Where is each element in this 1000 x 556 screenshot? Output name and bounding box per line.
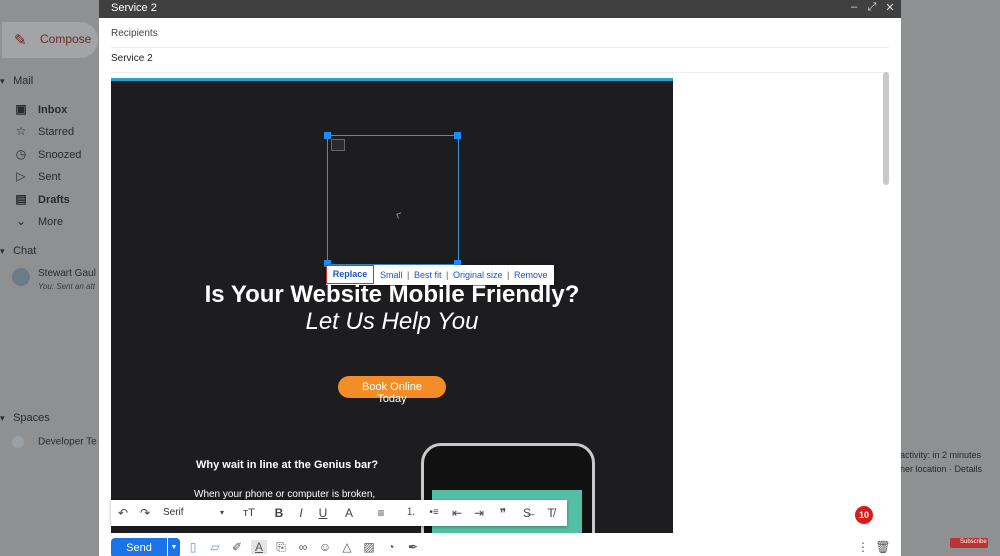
pencil-icon: ✎ [14, 32, 27, 49]
compose-label: Compose [40, 32, 92, 46]
mail-section-header[interactable]: ▾ Mail [0, 75, 33, 87]
format-painter-icon[interactable]: ✐ [229, 540, 245, 554]
caret-down-icon: ▾ [0, 76, 5, 86]
attach-icon[interactable]: ⎘ [273, 540, 289, 555]
spaces-section-header[interactable]: ▾ Spaces [0, 412, 50, 424]
email-body[interactable]: Replace Small | Best fit | Original size… [111, 78, 673, 533]
remove-button[interactable]: Remove [514, 270, 548, 280]
align-icon[interactable]: ≡ [371, 505, 391, 521]
recipients-field[interactable]: Recipients [111, 21, 889, 48]
compose-bottom-toolbar: Send ▼ ▯ ▱ ✐ A ⎘ ∞ ☺ △ ▨ ◔ ✒ ⋮ 🗑 [99, 536, 901, 556]
activity-note: activity: in 2 minutes [900, 450, 982, 460]
send-button[interactable]: Send [111, 538, 167, 556]
space-icon [12, 436, 24, 448]
book-online-button-line2: Today [377, 393, 407, 405]
text-color-icon[interactable]: A [339, 505, 359, 521]
avatar [12, 268, 30, 286]
location-note[interactable]: her location · Details [900, 464, 982, 474]
formatting-options-icon[interactable]: A [251, 540, 267, 554]
bulleted-list-icon[interactable]: •≡ [425, 505, 443, 521]
resize-handle-top-left[interactable] [324, 132, 331, 139]
email-section-title: Why wait in line at the Genius bar? [196, 459, 379, 471]
emoji-icon[interactable]: ☺ [317, 540, 333, 554]
sidebar-item-sent[interactable]: ▷ Sent [12, 166, 60, 186]
delete-icon[interactable]: 🗑 [875, 540, 891, 554]
chat-user-item[interactable]: Stewart Gaul You: Sent an att [12, 266, 100, 296]
youtube-subscribe-badge: Subscribe [950, 538, 988, 548]
sidebar-item-more[interactable]: ⌄ More [12, 211, 63, 231]
compose-button[interactable]: ✎ Compose [2, 22, 98, 58]
close-icon[interactable]: ✕ [883, 1, 897, 14]
minimize-icon[interactable]: ‒ [847, 1, 861, 13]
sidebar-item-starred[interactable]: ☆ Starred [12, 121, 74, 141]
template-icon[interactable]: ▱ [207, 540, 223, 554]
chat-user-name: Stewart Gaul [38, 268, 96, 279]
compose-title: Service 2 [111, 2, 157, 14]
subject-field[interactable]: Service 2 [111, 46, 889, 73]
more-options-icon[interactable]: ⋮ [855, 540, 871, 554]
scrollbar[interactable] [883, 72, 889, 185]
sidebar-item-inbox[interactable]: ▣ Inbox [12, 99, 67, 119]
email-paragraph: When your phone or computer is broken, [194, 489, 376, 500]
broken-image-icon [331, 139, 345, 151]
chevron-down-icon: ⌄ [15, 214, 27, 228]
original-size-button[interactable]: Original size [453, 270, 503, 280]
space-item[interactable]: Developer Te [12, 436, 97, 448]
email-subheadline: Let Us Help You [305, 308, 479, 335]
clear-formatting-icon[interactable]: T̸ [543, 505, 559, 521]
selected-image[interactable] [327, 135, 459, 265]
strikethrough-icon[interactable]: S̶ [519, 505, 535, 521]
caret-down-icon: ▾ [0, 413, 5, 423]
font-dropdown-icon[interactable]: ▾ [217, 505, 227, 521]
undo-icon[interactable]: ↶ [115, 505, 131, 521]
font-select[interactable]: Serif [163, 505, 213, 521]
best-fit-button[interactable]: Best fit [414, 270, 442, 280]
small-button[interactable]: Small [380, 270, 403, 280]
draft-icon: ▤ [15, 192, 27, 206]
underline-icon[interactable]: U [315, 505, 331, 521]
star-icon: ☆ [15, 124, 27, 138]
numbered-list-icon[interactable]: ⒈ [403, 505, 419, 521]
clock-icon: ◷ [15, 147, 27, 161]
send-icon: ▷ [16, 169, 26, 183]
signature-icon[interactable]: ✒ [405, 540, 421, 554]
chat-section-header[interactable]: ▾ Chat [0, 245, 36, 257]
indent-less-icon[interactable]: ⇤ [449, 505, 465, 521]
indent-more-icon[interactable]: ⇥ [471, 505, 487, 521]
sidebar-item-snoozed[interactable]: ◷ Snoozed [12, 144, 82, 164]
photo-icon[interactable]: ▨ [361, 540, 377, 554]
email-headline: Is Your Website Mobile Friendly? [204, 281, 580, 308]
italic-icon[interactable]: I [293, 505, 309, 521]
resize-handle-top-right[interactable] [454, 132, 461, 139]
compose-window: Service 2 ‒ ⤢ ✕ Recipients Service 2 Rep… [99, 0, 901, 556]
bold-icon[interactable]: B [271, 505, 287, 521]
formatting-toolbar: ↶ ↷ Serif ▾ тT B I U A ≡ ⒈ •≡ ⇤ ⇥ ❞ S̶ T… [111, 500, 567, 526]
link-icon[interactable]: ∞ [295, 540, 311, 554]
compose-titlebar: Service 2 ‒ ⤢ ✕ [99, 0, 901, 18]
quote-icon[interactable]: ❞ [495, 505, 511, 521]
font-size-icon[interactable]: тT [237, 505, 261, 521]
send-options-chevron-icon[interactable]: ▼ [168, 538, 180, 556]
confidential-icon[interactable]: ◔ [383, 540, 399, 554]
caret-down-icon: ▾ [0, 246, 5, 256]
sidebar-item-drafts[interactable]: ▤ Drafts [12, 189, 69, 209]
sidebar: ✎ Compose ▾ Mail ▣ Inbox ☆ Starred ◷ Snooze… [0, 0, 100, 556]
notification-badge[interactable]: 10 [855, 506, 873, 524]
inbox-icon: ▣ [15, 102, 27, 116]
redo-icon[interactable]: ↷ [137, 505, 153, 521]
chat-user-preview: You: Sent an att [38, 282, 95, 291]
drive-icon[interactable]: △ [339, 540, 355, 554]
fullscreen-icon[interactable]: ⤢ [865, 1, 879, 14]
docs-icon[interactable]: ▯ [185, 540, 201, 554]
